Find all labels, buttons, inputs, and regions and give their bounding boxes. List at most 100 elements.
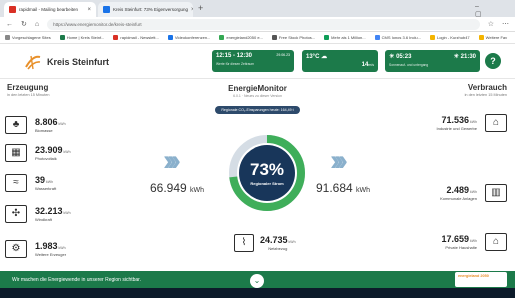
bookmark-item[interactable]: Vorgeschlagene Sites: [5, 35, 51, 40]
label: Biomasse: [35, 128, 53, 133]
erzeugung-item-biomasse[interactable]: ♣ 8.806kWh Biomasse: [5, 116, 66, 134]
app-header: Kreis Steinfurt 12:15 - 12:30 29.06.23 W…: [0, 44, 515, 79]
erzeugung-item-photovoltaik[interactable]: ▦ 23.909kWh Photovoltaik: [5, 144, 71, 162]
wind-label: Wind: [366, 74, 374, 78]
monitor-title: EnergieMonitor: [228, 84, 287, 93]
label: Weitere Erzeuger: [35, 252, 67, 257]
label: Photovoltaik: [35, 156, 57, 161]
time-range-box: 12:15 - 12:30 29.06.23 Werte für diesen …: [212, 50, 294, 72]
wind-unit: m/s: [368, 63, 374, 67]
bookmark-label: CMS Ionos 3.6 Inclu...: [381, 35, 421, 40]
menu-icon[interactable]: ⋯: [502, 20, 509, 28]
url-input[interactable]: https://www.energiemonitor.de/kreis-stei…: [47, 18, 480, 30]
household-icon: ⌂: [485, 233, 507, 251]
erzeugung-item-wasserkraft[interactable]: ≈ 39kWh Wasserkraft: [5, 174, 56, 192]
value: 17.659: [441, 234, 469, 244]
label: Netzbezug: [268, 246, 288, 251]
url-text: https://www.energiemonitor.de/kreis-stei…: [53, 21, 142, 27]
weather-box: 13°C ☁ 14m/s 99% Bewölkung Wind: [302, 50, 378, 78]
unit: kWh: [63, 150, 71, 154]
bookmark-label: Videokonferenzen...: [174, 35, 211, 40]
erzeugung-total-value: 66.949: [150, 181, 187, 195]
bookmark-label: Free Stock Photos...: [278, 35, 316, 40]
rapidmail-favicon-icon: [9, 6, 16, 13]
bookmark-item[interactable]: energieland2050 e...: [219, 35, 263, 40]
temperature: 13°C: [306, 54, 320, 60]
power-pylon-icon: ⌇: [234, 234, 254, 252]
bookmark-favicon-icon: [478, 35, 484, 40]
energiemonitor-app: Kreis Steinfurt 12:15 - 12:30 29.06.23 W…: [0, 44, 515, 288]
bookmark-item[interactable]: Weitere Fav: [478, 35, 507, 40]
unit: kWh: [288, 240, 296, 244]
bookmark-label: energieland2050 e...: [226, 35, 263, 40]
regional-power-readout: 73% Regionaler Strom: [226, 160, 308, 186]
verbrauch-item-industrie[interactable]: 71.536kWh Industrie und Gewerbe ⌂: [437, 114, 507, 132]
verbrauch-item-haushalte[interactable]: 17.659kWh Private Haushalte ⌂: [441, 233, 507, 251]
value: 39: [35, 175, 46, 185]
os-taskbar: [0, 288, 515, 298]
unit: kWh: [470, 239, 477, 243]
bookmark-item[interactable]: Login - Kurzhub47: [429, 35, 470, 40]
help-button[interactable]: ?: [485, 53, 501, 69]
label: Private Haushalte: [445, 245, 477, 250]
bookmark-item[interactable]: Mehr als 1 Million...: [324, 35, 366, 40]
sunset-time: 21:30: [460, 54, 476, 60]
bookmark-label: Home | Kreis Steinf...: [66, 35, 105, 40]
monitor-version[interactable]: 6.0.1 · Neues zu dieser Version: [0, 94, 515, 98]
browser-tab-energiemonitor[interactable]: Kreis Steinfurt: 73% Eigenversorgung ×: [98, 2, 193, 17]
erzeugung-item-weitere[interactable]: ⚙ 1.983kWh Weitere Erzeuger: [5, 240, 66, 258]
tab-label: Kreis Steinfurt: 73% Eigenversorgung: [113, 7, 189, 12]
unit: kWh: [63, 211, 71, 215]
star-icon[interactable]: ☆: [488, 20, 494, 28]
municipal-building-icon: ▥: [485, 184, 507, 202]
reload-icon[interactable]: ↻: [21, 20, 27, 28]
bookmark-favicon-icon: [271, 35, 277, 40]
netzbezug-item[interactable]: ⌇ 24.735kWh Netzbezug: [234, 234, 296, 252]
value: 71.536: [441, 115, 469, 125]
unit: kWh: [470, 190, 477, 194]
biomass-icon: ♣: [5, 116, 27, 134]
browser-tab-rapidmail[interactable]: rapidmail - Mailing bearbeiten ×: [4, 2, 96, 17]
brand-name: Kreis Steinfurt: [47, 57, 110, 67]
wind-turbine-icon: ✣: [5, 205, 27, 223]
label: Windkraft: [35, 217, 52, 222]
bookmark-label: Mehr als 1 Million...: [331, 35, 366, 40]
bookmark-item[interactable]: Home | Kreis Steinf...: [59, 35, 105, 40]
bookmark-item[interactable]: rapidmail - Newslett...: [113, 35, 159, 40]
bookmark-label: rapidmail - Newslett...: [120, 35, 159, 40]
regional-power-label: Regionaler Strom: [250, 181, 284, 186]
browser-tab-bar: rapidmail - Mailing bearbeiten × Kreis S…: [0, 0, 515, 18]
bookmark-item[interactable]: Videokonferenzen...: [167, 35, 211, 40]
verbrauch-total: 91.684 kWh: [316, 181, 370, 195]
arrow-in-icon: ›››: [163, 144, 181, 177]
close-tab-icon[interactable]: ×: [191, 7, 193, 13]
sunrise-icon: ☀: [389, 54, 395, 60]
bookmark-favicon-icon: [113, 35, 119, 40]
erzeugung-total: 66.949 kWh: [150, 181, 204, 195]
bookmark-favicon-icon: [324, 35, 330, 40]
sunset-icon: ☀: [453, 54, 459, 60]
cloud-icon: ☁: [321, 54, 328, 60]
back-icon[interactable]: ←: [6, 21, 13, 28]
sun-sub: Sonnenauf- und untergang: [389, 63, 429, 67]
address-bar: ← ↻ ⌂ https://www.energiemonitor.de/krei…: [0, 17, 515, 32]
erzeugung-item-windkraft[interactable]: ✣ 32.213kWh Windkraft: [5, 205, 71, 223]
close-tab-icon[interactable]: ×: [87, 7, 91, 13]
home-icon[interactable]: ⌂: [35, 21, 39, 28]
bookmark-item[interactable]: Free Stock Photos...: [271, 35, 316, 40]
unit: kWh: [58, 122, 66, 126]
unit: kWh: [58, 246, 66, 250]
unit: kWh: [470, 120, 477, 124]
regional-power-percent: 73%: [249, 160, 285, 179]
bookmark-item[interactable]: CMS Ionos 3.6 Inclu...: [374, 35, 421, 40]
chevron-down-icon[interactable]: ⌄: [250, 274, 264, 288]
new-tab-button[interactable]: +: [198, 3, 203, 13]
verbrauch-total-value: 91.684: [316, 181, 353, 195]
value: 32.213: [35, 206, 63, 216]
value: 1.983: [35, 241, 58, 251]
window-controls[interactable]: – ▢: [475, 3, 515, 18]
factory-icon: ⌂: [485, 114, 507, 132]
verbrauch-item-kommunal[interactable]: 2.489kWh Kommunale Anlagen ▥: [440, 184, 507, 202]
bookmark-label: Vorgeschlagene Sites: [12, 35, 51, 40]
energieland-logo[interactable]: energieland 2050: [455, 272, 507, 287]
